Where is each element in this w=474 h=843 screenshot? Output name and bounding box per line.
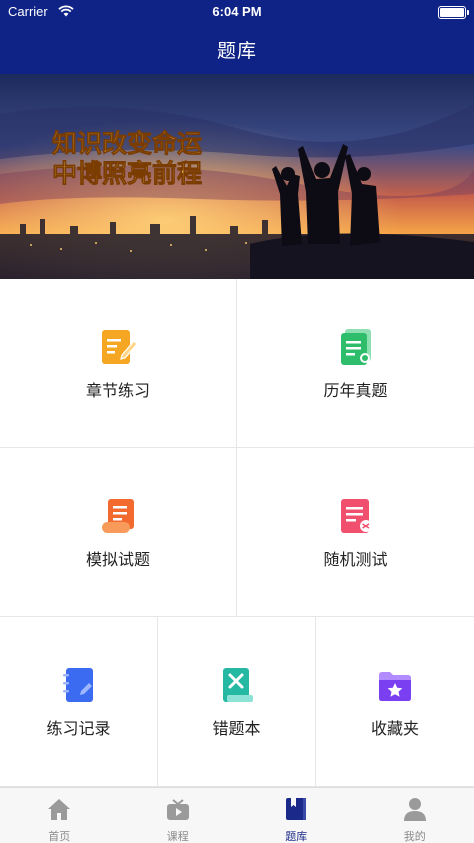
pencil-notebook-icon bbox=[102, 330, 138, 364]
practice-record-label: 练习记录 bbox=[46, 719, 111, 738]
random-test-button[interactable]: 随机测试 bbox=[237, 448, 474, 617]
navigation-bar: Carrier 6:04 PM 题库 bbox=[0, 0, 474, 74]
tab-question-bank-label: 题库 bbox=[285, 830, 308, 843]
tab-home-label: 首页 bbox=[48, 830, 71, 843]
tab-home[interactable]: 首页 bbox=[0, 788, 119, 843]
banner-image: 知识改变命运 中博照亮前程 bbox=[0, 74, 474, 279]
scroll-paper-icon bbox=[102, 499, 134, 533]
practice-record-button[interactable]: 练习记录 bbox=[0, 617, 158, 787]
page-title: 题库 bbox=[216, 40, 257, 62]
status-bar: Carrier 6:04 PM bbox=[0, 0, 474, 24]
wrong-book-button[interactable]: 错题本 bbox=[158, 617, 316, 787]
wrong-book-icon bbox=[222, 668, 253, 702]
tab-profile[interactable]: 我的 bbox=[356, 788, 474, 843]
wrong-book-label: 错题本 bbox=[212, 719, 261, 738]
document-list-icon bbox=[340, 329, 371, 365]
home-icon bbox=[48, 799, 71, 820]
chapter-practice-label: 章节练习 bbox=[85, 381, 150, 400]
question-bank-grid: 章节练习 历年真题 模拟试题 随机测试 练习记录 错题本 收藏夹 bbox=[0, 279, 474, 787]
notebook-record-icon bbox=[62, 668, 93, 702]
mock-exam-button[interactable]: 模拟试题 bbox=[0, 448, 237, 617]
star-folder-icon bbox=[379, 672, 411, 701]
banner-slogan-line2: 中博照亮前程 bbox=[52, 159, 202, 188]
chapter-practice-button[interactable]: 章节练习 bbox=[0, 279, 237, 448]
battery-icon bbox=[438, 6, 469, 19]
past-exams-label: 历年真题 bbox=[323, 381, 388, 400]
random-test-icon bbox=[340, 499, 372, 533]
mock-exam-label: 模拟试题 bbox=[85, 550, 150, 569]
tab-courses-label: 课程 bbox=[166, 830, 189, 843]
question-bank-icon bbox=[286, 798, 307, 820]
status-time: 6:04 PM bbox=[212, 4, 262, 19]
promo-banner[interactable]: 知识改变命运 中博照亮前程 bbox=[0, 74, 474, 279]
tab-courses[interactable]: 课程 bbox=[119, 788, 238, 843]
tab-profile-label: 我的 bbox=[403, 830, 426, 843]
video-course-icon bbox=[166, 799, 189, 820]
favorites-button[interactable]: 收藏夹 bbox=[316, 617, 474, 787]
profile-icon bbox=[403, 798, 426, 821]
past-exams-button[interactable]: 历年真题 bbox=[237, 279, 474, 448]
random-test-label: 随机测试 bbox=[323, 550, 388, 569]
bottom-tab-bar: 首页 课程 题库 我的 bbox=[0, 787, 474, 843]
tab-question-bank[interactable]: 题库 bbox=[237, 788, 356, 843]
banner-slogan-line1: 知识改变命运 bbox=[52, 129, 202, 158]
favorites-label: 收藏夹 bbox=[370, 719, 419, 738]
